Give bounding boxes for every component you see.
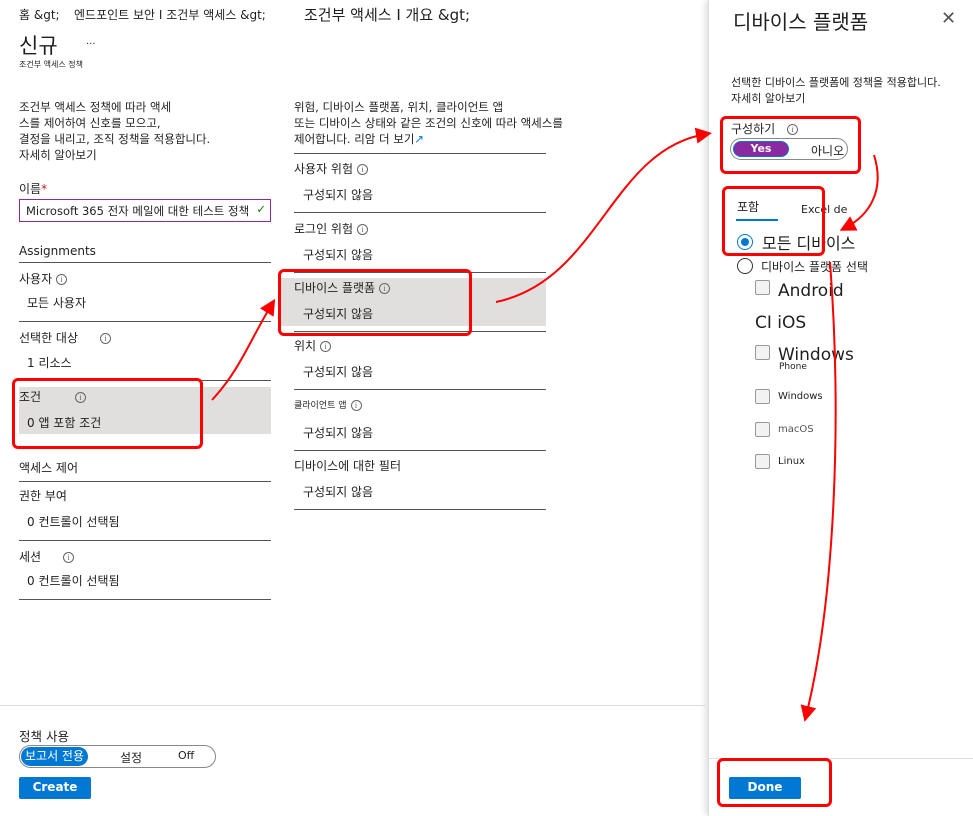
arrow-1 <box>211 298 276 401</box>
arrow-4 <box>800 261 837 722</box>
annotation-arrows <box>211 127 879 722</box>
arrow-2 <box>495 127 712 303</box>
arrow-3 <box>839 154 879 231</box>
